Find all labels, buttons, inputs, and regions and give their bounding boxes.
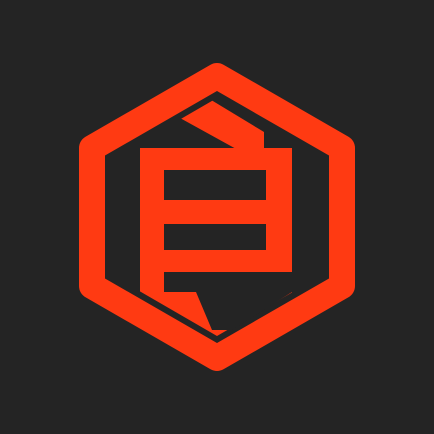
monogram-center-bar [140, 200, 266, 224]
hexagon-monogram-logo-icon [79, 63, 355, 371]
monogram-cutout-top [164, 170, 266, 200]
app-icon-canvas [0, 0, 434, 434]
monogram-left-stem [140, 148, 164, 308]
monogram-lower-bar [164, 250, 292, 272]
monogram-cutout-bottom [164, 224, 266, 250]
monogram-cutout-foot [188, 272, 292, 292]
